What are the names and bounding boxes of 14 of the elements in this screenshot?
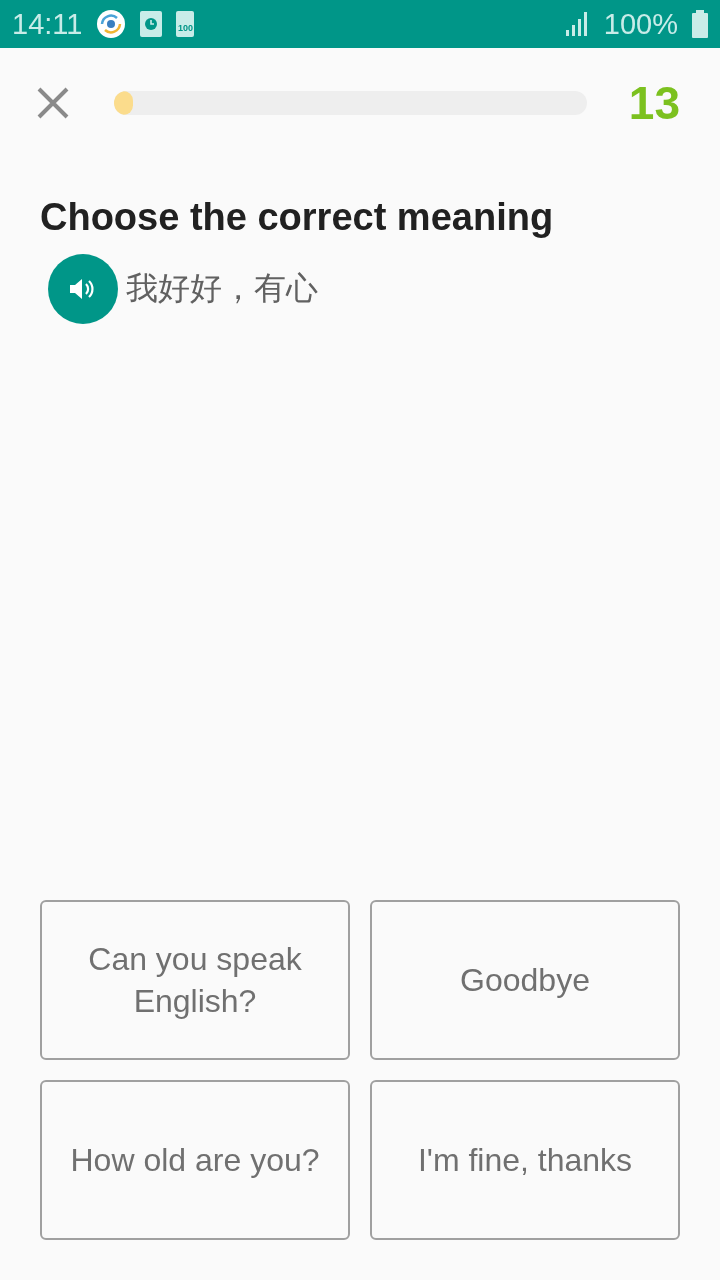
answer-option[interactable]: I'm fine, thanks — [370, 1080, 680, 1240]
answer-option[interactable]: Can you speak English? — [40, 900, 350, 1060]
battery-status-icon: 100 — [176, 11, 195, 37]
answer-option[interactable]: Goodbye — [370, 900, 680, 1060]
clock-icon — [140, 11, 163, 37]
status-time: 14:11 — [12, 7, 83, 41]
answer-option[interactable]: How old are you? — [40, 1080, 350, 1240]
sync-icon — [96, 9, 127, 39]
score: 13 — [628, 76, 680, 130]
chinese-phrase: 我好好，有心 — [126, 269, 318, 308]
question-title: Choose the correct meaning — [40, 195, 555, 240]
signal-icon — [565, 12, 590, 36]
battery-percent: 100% — [603, 7, 678, 41]
battery-icon — [692, 10, 708, 38]
